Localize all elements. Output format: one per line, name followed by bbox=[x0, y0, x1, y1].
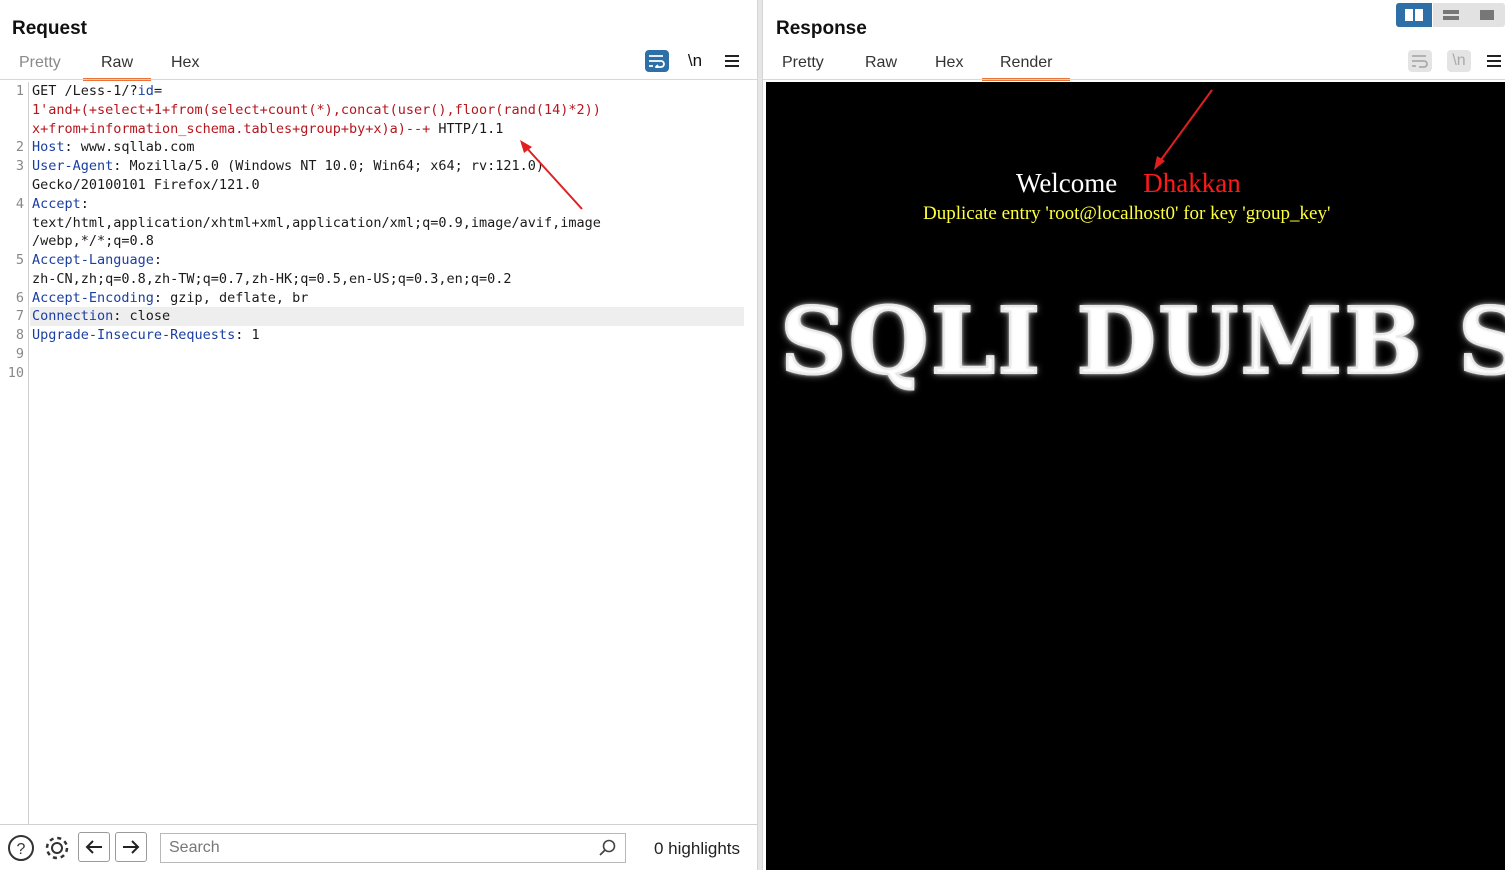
line-number: 5 bbox=[15, 252, 24, 268]
response-title: Response bbox=[776, 18, 867, 39]
previous-arrow-icon[interactable] bbox=[78, 832, 110, 862]
line-number: 4 bbox=[15, 196, 24, 212]
side-by-side-layout-icon[interactable] bbox=[1396, 3, 1432, 27]
header-value: zh-CN,zh;q=0.8,zh-TW;q=0.7,zh-HK;q=0.5,e… bbox=[32, 271, 512, 287]
line-number: 6 bbox=[15, 290, 24, 306]
header-name: User-Agent bbox=[32, 158, 114, 174]
param-equals: = bbox=[153, 83, 163, 99]
header-value-wrap: /webp,*/*;q=0.8 bbox=[32, 233, 154, 249]
header-name: Accept bbox=[32, 196, 81, 212]
header-value: : close bbox=[113, 308, 171, 324]
header-name: Accept-Encoding bbox=[32, 290, 154, 306]
sql-payload-line: 1'and+(+select+1+from(select+count(*),co… bbox=[32, 102, 601, 118]
request-tabs-divider bbox=[0, 79, 757, 80]
sql-error-message: Duplicate entry 'root@localhost0' for ke… bbox=[923, 203, 1331, 224]
header-value-wrap: Gecko/20100101 Firefox/121.0 bbox=[32, 177, 260, 193]
response-tabs: Pretty Raw Hex Render \n bbox=[763, 50, 1505, 81]
header-value: : 1 bbox=[235, 327, 260, 343]
response-tabs-divider bbox=[763, 79, 1505, 80]
header-line: Accept: bbox=[32, 195, 89, 214]
request-method-path: GET /Less-1/? bbox=[32, 83, 138, 99]
hamburger-menu-icon[interactable] bbox=[720, 50, 744, 72]
stacked-layout-icon[interactable] bbox=[1433, 3, 1469, 27]
line-number: 1 bbox=[15, 83, 24, 99]
tab-raw[interactable]: Raw bbox=[865, 54, 897, 78]
header-line: Host: www.sqllab.com bbox=[32, 138, 195, 157]
newline-toggle[interactable]: \n bbox=[1447, 50, 1471, 72]
sqli-dumb-banner: SQLI DUMB S bbox=[779, 286, 1505, 396]
welcome-text: Welcome bbox=[1016, 168, 1118, 198]
header-name: Connection bbox=[32, 308, 114, 324]
param-name: id bbox=[137, 83, 154, 99]
header-line: User-Agent: Mozilla/5.0 (Windows NT 10.0… bbox=[32, 157, 544, 176]
line-number: 8 bbox=[15, 327, 24, 343]
search-input[interactable] bbox=[161, 834, 591, 862]
header-value: text/html,application/xhtml+xml,applicat… bbox=[32, 215, 601, 231]
header-value: : gzip, deflate, br bbox=[153, 290, 309, 306]
request-title: Request bbox=[12, 18, 87, 39]
single-pane-layout-icon[interactable] bbox=[1469, 3, 1505, 27]
tab-hex[interactable]: Hex bbox=[935, 54, 963, 78]
wrap-lines-icon[interactable] bbox=[645, 50, 669, 72]
hamburger-menu-icon[interactable] bbox=[1485, 50, 1503, 72]
help-icon[interactable]: ? bbox=[7, 834, 35, 862]
rendered-page[interactable]: Welcome Dhakkan Duplicate entry 'root@loc… bbox=[766, 82, 1505, 870]
search-icon[interactable] bbox=[599, 839, 617, 862]
svg-text:?: ? bbox=[17, 841, 26, 858]
line-number: 2 bbox=[15, 139, 24, 155]
header-name: Accept-Language bbox=[32, 252, 154, 268]
request-pane: Request Pretty Raw Hex \n 1 2 3 4 5 6 7 … bbox=[0, 0, 757, 870]
line-number: 10 bbox=[7, 365, 24, 381]
tab-render[interactable]: Render bbox=[982, 54, 1071, 81]
layout-toggle bbox=[1396, 3, 1505, 27]
header-name: Host bbox=[32, 139, 65, 155]
user-name-text: Dhakkan bbox=[1143, 168, 1241, 198]
settings-gear-icon[interactable] bbox=[43, 834, 71, 862]
header-value: : Mozilla/5.0 (Windows NT 10.0; Win64; x… bbox=[113, 158, 545, 174]
tab-pretty[interactable]: Pretty bbox=[19, 54, 61, 78]
request-editor[interactable]: 1 2 3 4 5 6 7 8 9 10 GET /Less-1/?id= 1'… bbox=[0, 82, 757, 824]
header-line: Accept-Encoding: gzip, deflate, br bbox=[32, 289, 308, 308]
sql-payload-line: x+from+information_schema.tables+group+b… bbox=[32, 120, 503, 139]
request-tabs: Pretty Raw Hex \n bbox=[0, 50, 757, 81]
header-colon: : bbox=[153, 252, 163, 268]
header-line: Connection: close bbox=[32, 307, 170, 326]
line-number: 9 bbox=[15, 346, 24, 362]
line-number: 7 bbox=[15, 308, 24, 324]
sql-payload-tail: x+from+information_schema.tables+group+b… bbox=[32, 121, 431, 137]
http-version: HTTP/1.1 bbox=[430, 121, 504, 137]
highlights-count: 0 highlights bbox=[654, 839, 741, 858]
line-number-gutter: 1 2 3 4 5 6 7 8 9 10 bbox=[0, 82, 29, 824]
tab-hex[interactable]: Hex bbox=[171, 54, 199, 78]
tab-raw[interactable]: Raw bbox=[83, 54, 152, 81]
header-name: Upgrade-Insecure-Requests bbox=[32, 327, 236, 343]
next-arrow-icon[interactable] bbox=[115, 832, 147, 862]
header-value: : www.sqllab.com bbox=[64, 139, 195, 155]
response-pane: Response Pretty Raw Hex Render \n Welcom… bbox=[763, 0, 1505, 870]
header-line: Accept-Language: bbox=[32, 251, 162, 270]
request-line: GET /Less-1/?id= bbox=[32, 82, 162, 101]
header-line: Upgrade-Insecure-Requests: 1 bbox=[32, 326, 260, 345]
line-number: 3 bbox=[15, 158, 24, 174]
wrap-lines-icon[interactable] bbox=[1408, 50, 1432, 72]
tab-pretty[interactable]: Pretty bbox=[782, 54, 824, 78]
search-box bbox=[160, 833, 626, 863]
newline-toggle[interactable]: \n bbox=[683, 50, 707, 72]
header-colon: : bbox=[80, 196, 89, 212]
request-bottom-bar: ? 0 highlights bbox=[0, 824, 757, 870]
welcome-line: Welcome Dhakkan bbox=[1016, 168, 1241, 199]
